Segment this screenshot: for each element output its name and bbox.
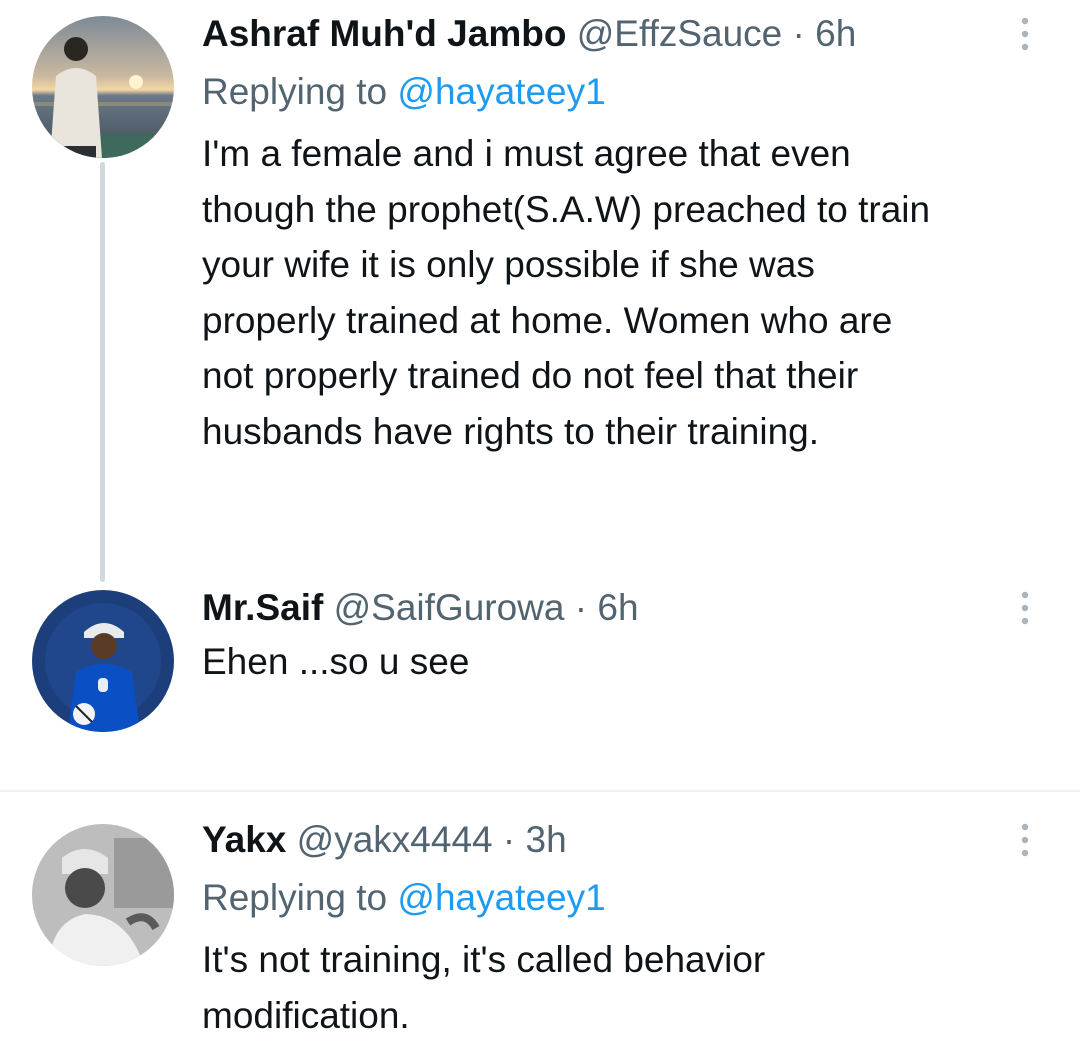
tweet-text-line: not properly trained do not feel that th… xyxy=(202,355,859,396)
tweet-text-line: I'm a female and i must agree that even xyxy=(202,133,851,174)
tweet-3[interactable]: Yakx @yakx4444 · 3h Replying to @hayatee… xyxy=(0,792,1080,1059)
tweet-header: Yakx @yakx4444 · 3h xyxy=(202,818,567,862)
user-handle[interactable]: @yakx4444 xyxy=(297,819,493,860)
avatar[interactable] xyxy=(32,16,174,158)
avatar-football-player-icon xyxy=(32,590,174,732)
display-name[interactable]: Ashraf Muh'd Jambo xyxy=(202,13,566,54)
user-handle[interactable]: @SaifGurowa xyxy=(334,587,565,628)
timestamp[interactable]: 3h xyxy=(526,819,567,860)
avatar[interactable] xyxy=(32,824,174,966)
tweet-header: Ashraf Muh'd Jambo @EffzSauce · 6h xyxy=(202,12,856,56)
avatar[interactable] xyxy=(32,590,174,732)
mention-link[interactable]: @hayateey1 xyxy=(397,877,605,918)
separator-dot: · xyxy=(502,819,516,860)
replying-prefix: Replying to xyxy=(202,877,388,918)
tweet-text-line: modification. xyxy=(202,994,410,1036)
tweet-header: Mr.Saif @SaifGurowa · 6h xyxy=(202,586,639,630)
separator-dot: · xyxy=(574,587,588,628)
tweet-text-line: properly trained at home. Women who are xyxy=(202,299,893,341)
tweet-text-line: your wife it is only possible if she was xyxy=(202,244,815,285)
timestamp[interactable]: 6h xyxy=(597,587,638,628)
tweet-text-line: though the prophet(S.A.W) preached to tr… xyxy=(202,188,931,230)
tweet-2[interactable]: Mr.Saif @SaifGurowa · 6h Ehen ...so u se… xyxy=(0,580,1080,790)
tweet-text: I'm a female and i must agree that even … xyxy=(202,126,1062,459)
replying-to-line: Replying to @hayateey1 xyxy=(202,876,606,920)
more-options-icon[interactable] xyxy=(1018,822,1032,858)
replying-to-line: Replying to @hayateey1 xyxy=(202,70,606,114)
mention-link[interactable]: @hayateey1 xyxy=(397,71,605,112)
avatar-sunset-photo-icon xyxy=(32,16,174,158)
tweet-text-line: husbands have rights to their training. xyxy=(202,410,820,452)
timestamp[interactable]: 6h xyxy=(815,13,856,54)
tweet-text: Ehen ...so u see xyxy=(202,634,1062,690)
replying-prefix: Replying to xyxy=(202,71,388,112)
user-handle[interactable]: @EffzSauce xyxy=(577,13,783,54)
display-name[interactable]: Yakx xyxy=(202,819,286,860)
more-options-icon[interactable] xyxy=(1018,16,1032,52)
avatar-grayscale-person-icon xyxy=(32,824,174,966)
thread-connector-line xyxy=(100,162,105,582)
more-options-icon[interactable] xyxy=(1018,590,1032,626)
tweet-text-line: It's not training, it's called behavior xyxy=(202,939,766,980)
tweet-text: It's not training, it's called behavior … xyxy=(202,932,1062,1043)
tweet-1[interactable]: Ashraf Muh'd Jambo @EffzSauce · 6h Reply… xyxy=(0,0,1080,582)
display-name[interactable]: Mr.Saif xyxy=(202,587,323,628)
tweet-text-line: Ehen ...so u see xyxy=(202,641,470,682)
separator-dot: · xyxy=(792,13,805,54)
